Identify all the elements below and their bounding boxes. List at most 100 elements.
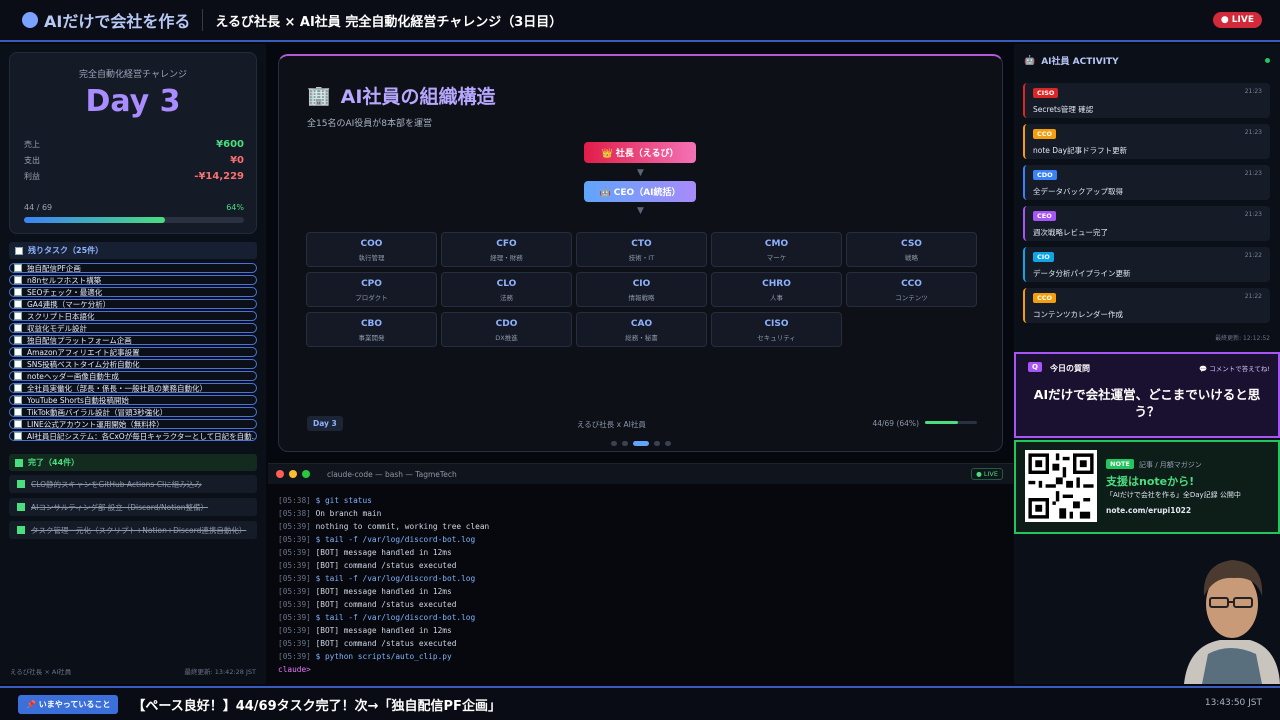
page-dot[interactable] xyxy=(622,441,628,446)
terminal-line: [05:39] $ python scripts/auto_clip.py xyxy=(278,650,1013,663)
terminal-timestamp: [05:39] xyxy=(278,522,311,531)
maximize-dot-icon[interactable] xyxy=(302,470,310,478)
org-slide: 🏢 AI社員の組織構造 全15名のAI役員が8本部を運営 👑 社長（えるび） ▼ … xyxy=(278,54,1003,452)
terminal-text: [BOT] message handled in 12ms xyxy=(315,626,452,635)
activity-text: コンテンツカレンダー作成 xyxy=(1033,310,1123,319)
task-item[interactable]: SEOチェック・最適化 xyxy=(9,287,257,297)
role-code: CFO xyxy=(496,239,517,249)
day-card: 完全自動化経営チャレンジ Day 3 売上 ¥600 支出 ¥0 利益 -¥14,22… xyxy=(9,52,257,234)
task-item[interactable]: n8nセルフホスト構築 xyxy=(9,275,257,285)
checkbox-icon[interactable] xyxy=(14,348,22,356)
activity-text: 週次戦略レビュー完了 xyxy=(1033,228,1108,237)
left-panel: 完全自動化経営チャレンジ Day 3 売上 ¥600 支出 ¥0 利益 -¥14,22… xyxy=(0,44,266,684)
page-dot-active[interactable] xyxy=(633,441,649,446)
slide-pagination[interactable] xyxy=(611,441,671,446)
task-item[interactable]: 独自配信プラットフォーム企画 xyxy=(9,335,257,345)
terminal-live-badge: ● LIVE xyxy=(971,468,1003,480)
close-dot-icon[interactable] xyxy=(276,470,284,478)
checkbox-icon[interactable] xyxy=(14,312,22,320)
task-label: 独自配信PF企画 xyxy=(27,263,81,273)
completed-task-item[interactable]: タスク管理一元化（スクリプト+Notion+Discord連携自動化） xyxy=(9,521,257,539)
activity-text: データ分析パイプライン更新 xyxy=(1033,269,1131,278)
checkbox-icon[interactable] xyxy=(14,396,22,404)
checkbox-icon[interactable] xyxy=(14,360,22,368)
terminal-timestamp: [05:39] xyxy=(278,587,311,596)
checkbox-icon[interactable] xyxy=(14,288,22,296)
checkbox-icon[interactable] xyxy=(14,372,22,380)
task-label: LINE公式アカウント運用開始（無料枠） xyxy=(27,419,164,429)
task-item[interactable]: YouTube Shorts自動投稿開始 xyxy=(9,395,257,405)
terminal-line: [05:39] $ tail -f /var/log/discord-bot.l… xyxy=(278,572,1013,585)
checkbox-icon[interactable] xyxy=(14,276,22,284)
activity-item: CISO 21:23 Secrets管理 確認 xyxy=(1023,83,1270,118)
terminal-line: [05:39] [BOT] message handled in 12ms xyxy=(278,624,1013,637)
terminal-text: $ git status xyxy=(315,496,372,505)
task-item[interactable]: スクリプト日本語化 xyxy=(9,311,257,321)
activity-item: CDO 21:23 全データバックアップ取得 xyxy=(1023,165,1270,200)
remaining-tasks-header[interactable]: 残りタスク（25件） xyxy=(9,242,257,259)
activity-time: 21:22 xyxy=(1244,293,1262,300)
building-icon: 🏢 xyxy=(307,85,331,107)
terminal-timestamp: [05:39] xyxy=(278,613,311,622)
activity-text: note Day記事ドラフト更新 xyxy=(1033,146,1128,155)
role-card: CTO 技術・IT xyxy=(576,232,707,267)
task-item[interactable]: AI社員日記システム：各CxOが毎日キャラクターとして日記を自動... xyxy=(9,431,257,441)
task-item[interactable]: 全社員実働化（部長・係長・一般社員の業務自動化） xyxy=(9,383,257,393)
terminal-timestamp: [05:38] xyxy=(278,496,311,505)
completed-task-label: タスク管理一元化（スクリプト+Notion+Discord連携自動化） xyxy=(31,525,247,535)
page-dot[interactable] xyxy=(665,441,671,446)
qr-code-icon[interactable] xyxy=(1025,450,1097,522)
stream-title: えるび社長 × AI社員 完全自動化経営チャレンジ（3日目） xyxy=(215,14,563,30)
checkbox-icon[interactable] xyxy=(14,300,22,308)
completed-task-item[interactable]: CLO静的スキャンをGitHub Actions CIに組み込み xyxy=(9,475,257,493)
role-description: 執行管理 xyxy=(358,254,385,262)
slide-footer-brand: えるび社長 x AI社員 xyxy=(577,420,646,429)
terminal-line: [05:39] $ tail -f /var/log/discord-bot.l… xyxy=(278,611,1013,624)
slide-progress-text: 44/69 (64%) xyxy=(872,419,919,428)
activity-item: CEO 21:23 週次戦略レビュー完了 xyxy=(1023,206,1270,241)
page-dot[interactable] xyxy=(611,441,617,446)
role-description: 情報戦略 xyxy=(628,294,655,302)
page-dot[interactable] xyxy=(654,441,660,446)
terminal-prompt[interactable]: claude> xyxy=(278,663,1013,676)
note-url[interactable]: note.com/erupi1022 xyxy=(1106,506,1191,515)
slide-progress-bar xyxy=(925,421,977,424)
checkbox-icon[interactable] xyxy=(14,432,22,440)
progress-bar xyxy=(24,217,244,223)
task-item[interactable]: SNS投稿ベストタイム分析自動化 xyxy=(9,359,257,369)
terminal-text: On branch main xyxy=(315,509,382,518)
header-bar: AIだけで会社を作る えるび社長 × AI社員 完全自動化経営チャレンジ（3日目… xyxy=(0,0,1280,42)
task-label: Amazonアフィリエイト記事設置 xyxy=(27,347,140,357)
task-item[interactable]: noteヘッダー画像自動生成 xyxy=(9,371,257,381)
note-card[interactable]: NOTE 記事 / 月額マガジン 支援はnoteから! 「AIだけで会社を作る」… xyxy=(1014,440,1280,534)
minimize-dot-icon[interactable] xyxy=(289,470,297,478)
role-card: CAO 総務・秘書 xyxy=(576,312,707,347)
task-label: n8nセルフホスト構築 xyxy=(27,275,102,285)
checkbox-icon[interactable] xyxy=(14,324,22,332)
task-item[interactable]: Amazonアフィリエイト記事設置 xyxy=(9,347,257,357)
role-description: マーケ xyxy=(766,254,787,262)
task-item[interactable]: 独自配信PF企画 xyxy=(9,263,257,273)
role-card: COO 執行管理 xyxy=(306,232,437,267)
task-item[interactable]: LINE公式アカウント運用開始（無料枠） xyxy=(9,419,257,429)
checkbox-icon[interactable] xyxy=(14,264,22,272)
note-meta: 記事 / 月額マガジン xyxy=(1139,461,1202,469)
completed-tasks-header[interactable]: 完了（44件） xyxy=(9,454,257,471)
terminal-text: [BOT] message handled in 12ms xyxy=(315,587,452,596)
activity-text: 全データバックアップ取得 xyxy=(1033,187,1123,196)
completed-task-item[interactable]: AIコンサルティング部 設立（Discord/Notion整備） xyxy=(9,498,257,516)
revenue-row: 売上 ¥600 xyxy=(24,139,244,150)
checkbox-icon[interactable] xyxy=(14,408,22,416)
checkbox-icon[interactable] xyxy=(14,420,22,428)
task-item[interactable]: GA4連携（マーケ分析） xyxy=(9,299,257,309)
progress-fill xyxy=(24,217,165,223)
checkbox-icon[interactable] xyxy=(14,336,22,344)
slide-subtitle: 全15名のAI役員が8本部を運営 xyxy=(307,119,432,129)
task-item[interactable]: 収益化モデル設計 xyxy=(9,323,257,333)
checkbox-icon[interactable] xyxy=(14,384,22,392)
terminal-timestamp: [05:39] xyxy=(278,626,311,635)
bottom-ticker-bar: 📌 いまやっていること 【ペース良好！】44/69タスク完了！次→「独自配信PF… xyxy=(0,686,1280,720)
task-item[interactable]: TikTok動画バイラル設計（冒頭3秒強化） xyxy=(9,407,257,417)
role-code: CMO xyxy=(764,239,789,249)
slide-title: 🏢 AI社員の組織構造 xyxy=(307,85,496,108)
